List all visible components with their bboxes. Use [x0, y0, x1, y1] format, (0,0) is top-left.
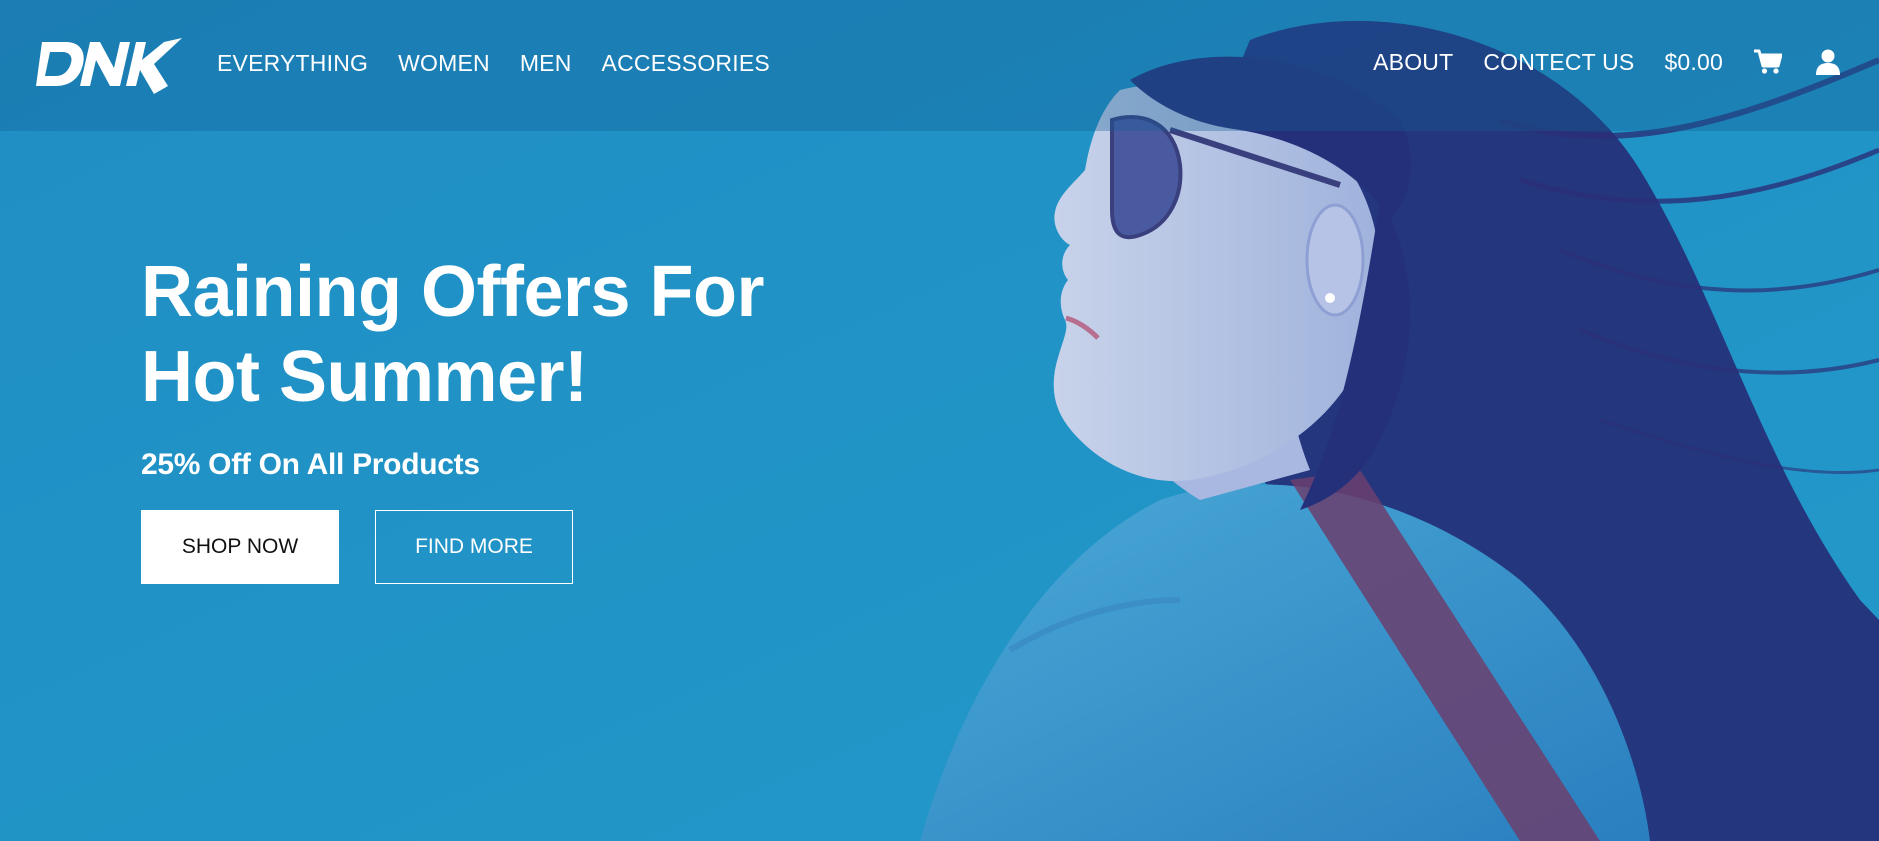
cart-total[interactable]: $0.00 [1664, 49, 1723, 76]
brand-logo[interactable] [36, 32, 186, 94]
hero-subtitle: 25% Off On All Products [141, 448, 480, 481]
find-more-button[interactable]: FIND MORE [375, 510, 573, 584]
nav-men[interactable]: MEN [520, 50, 572, 77]
primary-nav: EVERYTHING WOMEN MEN ACCESSORIES [217, 50, 770, 77]
nav-women[interactable]: WOMEN [398, 50, 490, 77]
nav-everything[interactable]: EVERYTHING [217, 50, 368, 77]
nav-about[interactable]: ABOUT [1373, 49, 1453, 76]
nav-accessories[interactable]: ACCESSORIES [602, 50, 770, 77]
secondary-nav: ABOUT CONTECT US $0.00 [1373, 47, 1843, 77]
cart-icon[interactable] [1753, 47, 1783, 77]
user-icon[interactable] [1813, 47, 1843, 77]
hero-page: EVERYTHING WOMEN MEN ACCESSORIES ABOUT C… [0, 0, 1879, 841]
site-header: EVERYTHING WOMEN MEN ACCESSORIES ABOUT C… [0, 0, 1879, 131]
shop-now-button[interactable]: SHOP NOW [141, 510, 339, 584]
hero-title-line-1: Raining Offers For [141, 252, 765, 332]
nav-contact[interactable]: CONTECT US [1483, 49, 1634, 76]
hero-buttons: SHOP NOW FIND MORE [141, 510, 841, 584]
hero-title-line-2: Hot Summer! [141, 337, 588, 417]
hero-content: Raining Offers For Hot Summer! 25% Off O… [141, 250, 841, 584]
hero-title: Raining Offers For Hot Summer! [141, 250, 841, 420]
